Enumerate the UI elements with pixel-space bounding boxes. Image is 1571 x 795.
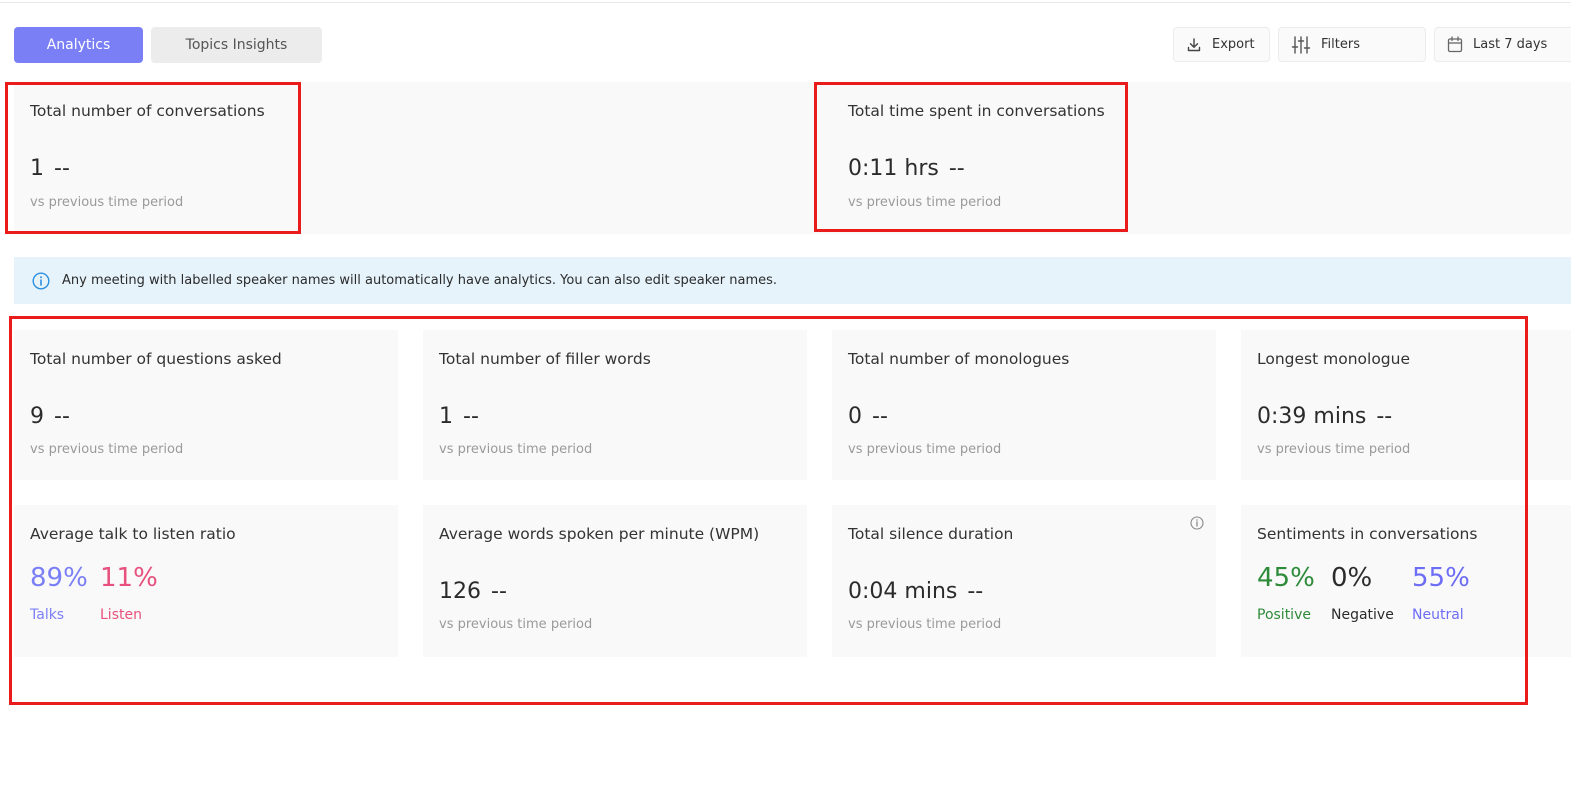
info-icon (32, 271, 50, 290)
card-title: Total number of questions asked (30, 350, 282, 368)
info-banner: Any meeting with labelled speaker names … (14, 257, 1571, 304)
listen-percent: 11% (100, 563, 158, 593)
filters-label: Filters (1321, 37, 1360, 52)
value-number: 9 (30, 404, 44, 429)
card-subtitle: vs previous time period (30, 195, 184, 210)
card-title: Total time spent in conversations (848, 102, 1105, 120)
card-monologues: Total number of monologues 0 -- vs previo… (832, 330, 1216, 480)
card-silence-duration: Total silence duration 0:04 mins -- vs pr… (832, 505, 1216, 657)
card-words-per-minute: Average words spoken per minute (WPM) 12… (423, 505, 807, 657)
tab-topics-insights-label: Topics Insights (185, 37, 288, 53)
card-title: Total number of monologues (848, 350, 1070, 368)
info-banner-text: Any meeting with labelled speaker names … (62, 273, 778, 288)
value-number: 1 (439, 404, 453, 429)
card-value: 0:11 hrs -- (848, 156, 965, 181)
ratio-values: 89% 11% (30, 563, 158, 593)
negative-label: Negative (1331, 607, 1394, 623)
card-title: Total number of filler words (439, 350, 651, 368)
card-value: 0:39 mins -- (1257, 404, 1392, 429)
positive-label: Positive (1257, 607, 1311, 623)
tab-analytics[interactable]: Analytics (14, 27, 143, 63)
card-title: Longest monologue (1257, 350, 1411, 368)
sliders-icon (1291, 35, 1311, 54)
value-number: 126 (439, 579, 481, 604)
value-change: -- (54, 156, 70, 181)
export-button[interactable]: Export (1173, 27, 1270, 62)
filters-button[interactable]: Filters (1278, 27, 1426, 62)
value-change: -- (491, 579, 507, 604)
neutral-label: Neutral (1412, 607, 1464, 623)
card-value: 126 -- (439, 579, 507, 604)
value-change: -- (948, 156, 965, 181)
card-subtitle: vs previous time period (848, 195, 1002, 210)
value-change: -- (1376, 404, 1393, 429)
ratio-labels: Talks Listen (30, 607, 142, 623)
card-value: 1 -- (439, 404, 479, 429)
card-subtitle: vs previous time period (1257, 442, 1411, 457)
sentiment-labels: Positive Negative Neutral (1257, 607, 1464, 623)
card-value: 9 -- (30, 404, 70, 429)
talk-percent: 89% (30, 563, 88, 593)
card-longest-monologue: Longest monologue 0:39 mins -- vs previou… (1241, 330, 1571, 480)
card-total-time: Total time spent in conversations 0:11 h… (832, 82, 1232, 234)
card-total-conversations: Total number of conversations 1 -- vs pre… (14, 82, 414, 234)
value-change: -- (967, 579, 984, 604)
value-number: 0:39 mins (1257, 404, 1367, 429)
card-sentiments: Sentiments in conversations 45% 0% 55% P… (1241, 505, 1571, 657)
value-change: -- (54, 404, 70, 429)
date-range-label: Last 7 days (1473, 37, 1548, 52)
card-title: Average words spoken per minute (WPM) (439, 525, 760, 543)
card-subtitle: vs previous time period (848, 617, 1002, 632)
card-subtitle: vs previous time period (848, 442, 1002, 457)
value-change: -- (463, 404, 479, 429)
card-value: 1 -- (30, 156, 70, 181)
listen-label: Listen (100, 607, 142, 623)
card-questions-asked: Total number of questions asked 9 -- vs p… (14, 330, 398, 480)
calendar-icon (1447, 36, 1463, 53)
tab-analytics-label: Analytics (46, 37, 111, 53)
export-label: Export (1212, 37, 1255, 52)
card-subtitle: vs previous time period (439, 617, 593, 632)
card-title: Total number of conversations (30, 102, 265, 120)
card-title: Average talk to listen ratio (30, 525, 236, 543)
tab-topics-insights[interactable]: Topics Insights (151, 27, 322, 63)
value-number: 0:11 hrs (848, 156, 939, 181)
date-range-button[interactable]: Last 7 days (1434, 27, 1571, 62)
value-number: 1 (30, 156, 44, 181)
value-change: -- (872, 404, 888, 429)
card-title: Sentiments in conversations (1257, 525, 1478, 543)
card-value: 0:04 mins -- (848, 579, 983, 604)
top-divider (0, 2, 1571, 3)
negative-percent: 0% (1331, 563, 1373, 593)
value-number: 0 (848, 404, 862, 429)
card-title: Total silence duration (848, 525, 1014, 543)
positive-percent: 45% (1257, 563, 1315, 593)
card-subtitle: vs previous time period (439, 442, 593, 457)
sentiment-values: 45% 0% 55% (1257, 563, 1470, 593)
download-icon (1187, 37, 1201, 51)
card-value: 0 -- (848, 404, 888, 429)
info-icon[interactable] (1190, 516, 1204, 530)
value-number: 0:04 mins (848, 579, 958, 604)
talk-label: Talks (30, 607, 65, 623)
card-filler-words: Total number of filler words 1 -- vs prev… (423, 330, 807, 480)
neutral-percent: 55% (1412, 563, 1470, 593)
card-talk-listen-ratio: Average talk to listen ratio 89% 11% Tal… (14, 505, 398, 657)
card-subtitle: vs previous time period (30, 442, 184, 457)
